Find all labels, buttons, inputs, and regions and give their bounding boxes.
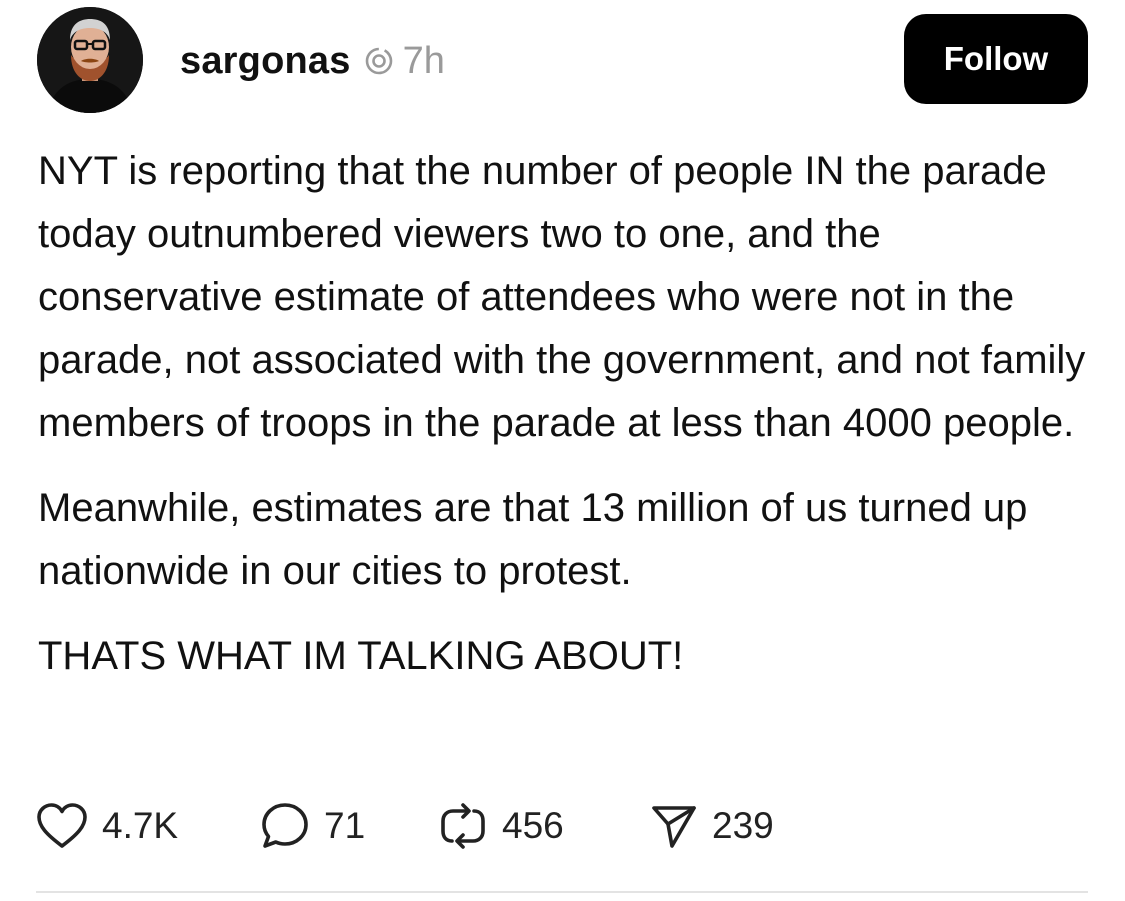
post-paragraph: THATS WHAT IM TALKING ABOUT! [38,634,684,678]
post-paragraph: NYT is reporting that the number of peop… [38,149,1086,445]
repost-button[interactable]: 456 [438,796,564,856]
username[interactable]: sargonas [180,40,351,83]
repost-icon [441,803,485,849]
repost-count: 456 [502,805,564,846]
avatar[interactable] [37,7,143,113]
threads-icon [363,45,395,77]
reply-button[interactable]: 71 [260,796,365,856]
post-body: NYT is reporting that the number of peop… [38,140,1098,710]
user-avatar-photo [37,7,143,113]
like-button[interactable]: 4.7K [36,796,178,856]
thread-post: sargonas 7h Follow NYT is reporting that… [0,0,1125,901]
send-icon [652,806,696,848]
share-count: 239 [712,805,774,846]
like-count: 4.7K [102,805,179,846]
divider [36,891,1088,893]
follow-button[interactable]: Follow [904,14,1088,104]
reply-count: 71 [324,805,366,846]
share-button[interactable]: 239 [650,796,774,856]
post-header: sargonas 7h [180,36,445,86]
heart-icon [37,803,87,848]
post-timestamp: 7h [402,39,445,82]
post-actions: 4.7K 71 456 239 [36,796,1096,856]
post-paragraph: Meanwhile, estimates are that 13 million… [38,486,1028,593]
comment-icon [262,803,308,848]
